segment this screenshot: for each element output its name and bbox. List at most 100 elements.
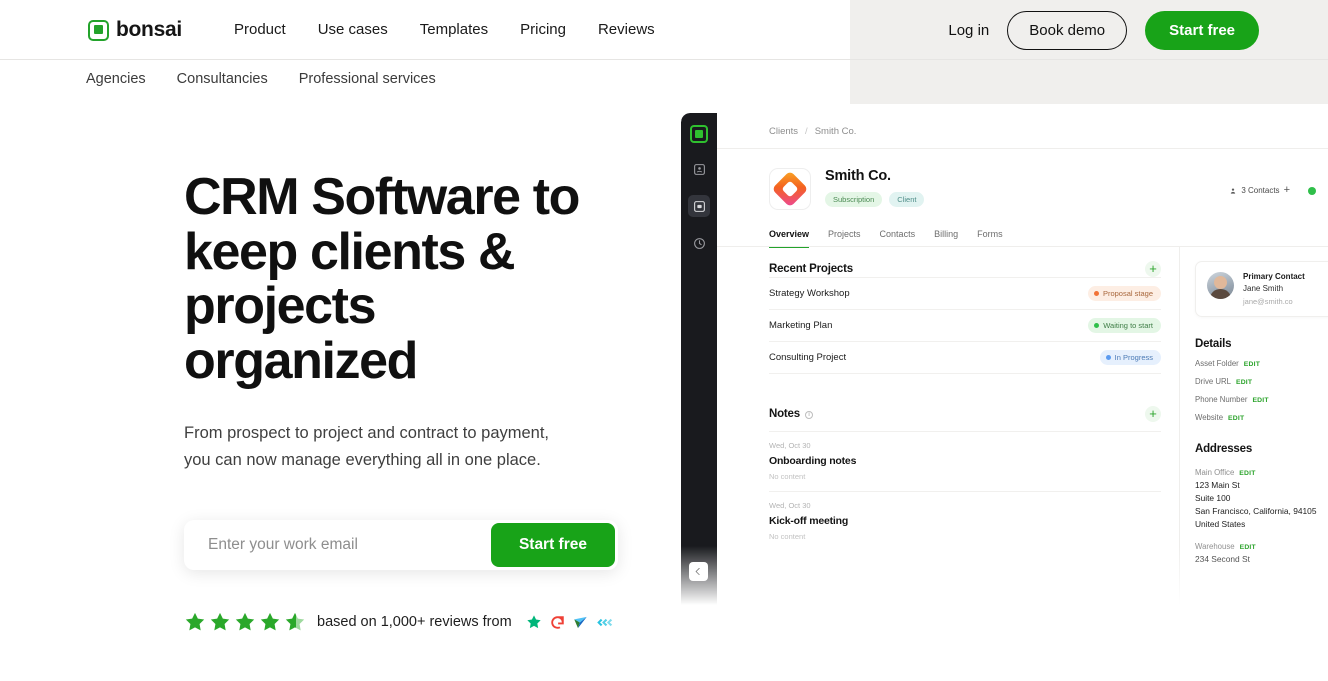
detail-row-asset-folder: Asset Folder EDIT — [1195, 359, 1328, 368]
header-start-free-button[interactable]: Start free — [1145, 11, 1259, 50]
header-actions: Log in Book demo Start free — [948, 11, 1259, 50]
bonsai-app-logo-icon — [690, 125, 708, 143]
edit-link[interactable]: EDIT — [1239, 470, 1255, 477]
note-title: Kick-off meeting — [769, 515, 849, 527]
smith-co-logo-icon — [769, 168, 811, 210]
edit-link[interactable]: EDIT — [1240, 544, 1256, 551]
address-label: Main Office — [1195, 468, 1235, 477]
breadcrumb-separator: / — [805, 126, 808, 137]
overview-side-column: Primary Contact Jane Smith jane@smith.co… — [1195, 261, 1328, 564]
address-label: Warehouse — [1195, 542, 1235, 551]
add-note-button[interactable]: + — [1145, 406, 1161, 422]
app-top-divider — [717, 148, 1328, 149]
breadcrumb-current: Smith Co. — [814, 126, 857, 137]
subnav-item-agencies[interactable]: Agencies — [86, 71, 146, 87]
login-link[interactable]: Log in — [948, 22, 989, 39]
person-icon — [1231, 188, 1236, 194]
add-project-button[interactable]: + — [1145, 261, 1161, 277]
contacts-count-label: 3 Contacts — [1241, 186, 1280, 195]
subnav-item-professional-services[interactable]: Professional services — [299, 71, 436, 87]
sidebar-item-contacts[interactable] — [688, 158, 710, 180]
status-dot-icon — [1093, 291, 1099, 296]
collapse-sidebar-button[interactable] — [689, 562, 708, 581]
status-label: In Progress — [1114, 353, 1153, 362]
rating-text: based on 1,000+ reviews from — [317, 614, 512, 631]
list-item[interactable]: Wed, Oct 30 Onboarding notes No content — [769, 431, 1161, 491]
table-row-end-divider — [769, 373, 1161, 374]
detail-row-drive-url: Drive URL EDIT — [1195, 377, 1328, 386]
status-label: Proposal stage — [1102, 289, 1153, 298]
nav-item-product[interactable]: Product — [234, 21, 286, 38]
project-name: Strategy Workshop — [769, 288, 850, 299]
book-demo-button[interactable]: Book demo — [1007, 11, 1128, 50]
email-signup-form: Start free — [184, 520, 618, 571]
address-line: San Francisco, California, 94105 — [1195, 506, 1317, 516]
status-badge: In Progress — [1099, 350, 1161, 365]
collapse-sidebar-icon — [695, 568, 700, 575]
work-email-input[interactable] — [184, 520, 491, 571]
tabs-divider — [717, 246, 1328, 247]
brand-name: bonsai — [116, 18, 182, 41]
hero-section: CRM Software to keep clients & projects … — [184, 170, 654, 633]
address-label-warehouse: Warehouse EDIT — [1195, 542, 1328, 551]
nav-item-reviews[interactable]: Reviews — [598, 21, 655, 38]
list-item[interactable]: Wed, Oct 30 Kick-off meeting No content — [769, 491, 1161, 551]
status-dot-icon — [1105, 355, 1111, 360]
status-badge: Waiting to start — [1088, 318, 1161, 333]
star-icon — [260, 612, 280, 631]
notes-section: Notes i + Wed, Oct 30 Onboarding notes No… — [769, 406, 1161, 551]
contacts-icon — [693, 163, 705, 175]
badge-client: Client — [889, 192, 925, 207]
primary-contact-name: Jane Smith — [1243, 284, 1284, 293]
subnav-item-consultancies[interactable]: Consultancies — [177, 71, 268, 87]
edit-link[interactable]: EDIT — [1252, 397, 1268, 404]
info-icon[interactable]: i — [804, 411, 813, 419]
rating-row: based on 1,000+ reviews from — [184, 611, 654, 633]
bonsai-logo-icon — [88, 19, 109, 41]
breadcrumb-root[interactable]: Clients — [769, 126, 798, 137]
details-title: Details — [1195, 338, 1232, 350]
star-rating — [184, 611, 306, 633]
project-name: Marketing Plan — [769, 320, 833, 331]
address-label-main-office: Main Office EDIT — [1195, 468, 1328, 477]
edit-link[interactable]: EDIT — [1228, 415, 1244, 422]
client-header: Smith Co. Subscription Client — [769, 168, 925, 210]
client-badges: Subscription Client — [825, 192, 925, 207]
sub-navigation: Agencies Consultancies Professional serv… — [86, 71, 436, 87]
badge-subscription: Subscription — [825, 192, 883, 207]
status-dot-icon — [1094, 323, 1100, 328]
project-name: Consulting Project — [769, 352, 847, 363]
detail-label: Drive URL — [1195, 377, 1231, 386]
avatar — [1207, 272, 1234, 299]
edit-link[interactable]: EDIT — [1236, 379, 1252, 386]
column-divider — [1179, 247, 1180, 605]
edit-link[interactable]: EDIT — [1244, 361, 1260, 368]
sidebar-item-clients[interactable] — [688, 195, 710, 217]
status-badge: Proposal stage — [1087, 286, 1161, 301]
table-row[interactable]: Marketing Plan Waiting to start — [769, 309, 1161, 341]
status-dot — [1308, 186, 1316, 195]
note-title: Onboarding notes — [769, 455, 857, 467]
product-screenshot: Clients / Smith Co. Smith Co. Subscripti… — [681, 113, 1328, 605]
review-platform-icons — [526, 614, 613, 630]
sidebar-item-time-tracking[interactable] — [688, 232, 710, 254]
add-contact-button[interactable]: + — [1284, 185, 1290, 196]
primary-contact-card[interactable]: Primary Contact Jane Smith jane@smith.co — [1195, 261, 1328, 317]
nav-item-pricing[interactable]: Pricing — [520, 21, 566, 38]
status-label: Waiting to start — [1103, 321, 1153, 330]
nav-item-templates[interactable]: Templates — [420, 21, 488, 38]
star-half-icon — [285, 612, 305, 631]
note-date: Wed, Oct 30 — [769, 501, 811, 510]
primary-contact-role: Primary Contact — [1243, 272, 1305, 281]
nav-item-use-cases[interactable]: Use cases — [318, 21, 388, 38]
app-content: Clients / Smith Co. Smith Co. Subscripti… — [717, 113, 1328, 605]
table-row[interactable]: Consulting Project In Progress — [769, 341, 1161, 373]
contacts-summary[interactable]: 3 Contacts + — [1229, 185, 1316, 196]
brand-logo[interactable]: bonsai — [88, 18, 182, 42]
star-icon — [235, 612, 255, 631]
notes-header: Notes i + — [769, 406, 1161, 422]
hero-start-free-button[interactable]: Start free — [490, 523, 615, 568]
hero-subtext: From prospect to project and contract to… — [184, 424, 550, 470]
table-row[interactable]: Strategy Workshop Proposal stage — [769, 277, 1161, 309]
address-line: Suite 100 — [1195, 493, 1231, 503]
